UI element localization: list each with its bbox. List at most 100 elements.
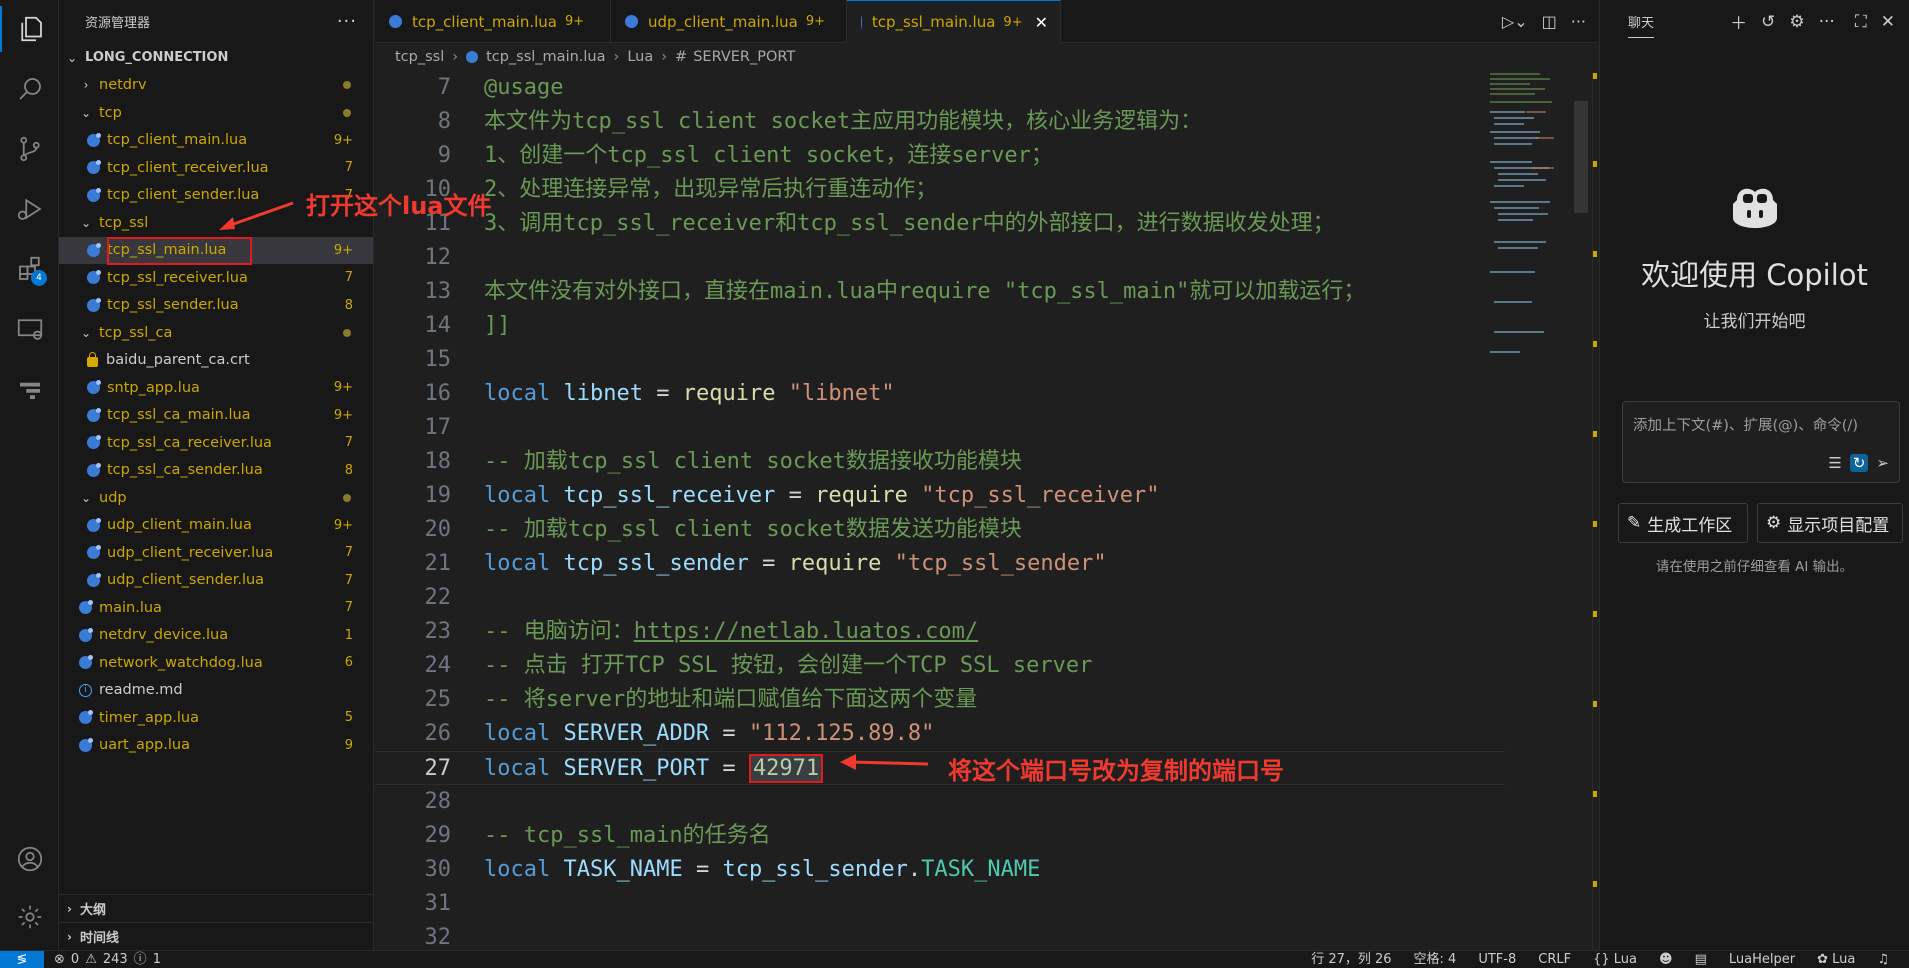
code-line[interactable]: 28 — [375, 785, 1505, 819]
remote-indicator[interactable]: ≶ — [0, 951, 44, 968]
tab-tcp-ssl-main[interactable]: tcp_ssl_main.lua 9+ ✕ — [847, 0, 1061, 43]
attach-context-icon[interactable]: ☰ — [1828, 454, 1841, 472]
luatos-icon[interactable] — [0, 366, 59, 412]
breadcrumb-folder[interactable]: tcp_ssl — [395, 49, 444, 65]
code-line[interactable]: 8 本文件为tcp_ssl client socket主应用功能模块，核心业务逻辑… — [375, 105, 1505, 139]
tree-file[interactable]: netdrv_device.lua 1 — [59, 622, 373, 650]
code-line[interactable]: 18 -- 加载tcp_ssl client socket数据接收功能模块 — [375, 445, 1505, 479]
search-icon[interactable] — [0, 66, 59, 112]
code-line[interactable]: 25 -- 将server的地址和端口赋值给下面这两个变量 — [375, 683, 1505, 717]
encoding[interactable]: UTF-8 — [1478, 951, 1516, 968]
close-icon[interactable]: ✕ — [1881, 12, 1895, 32]
line-ending[interactable]: CRLF — [1538, 951, 1571, 968]
tree-file[interactable]: i readme.md — [59, 677, 373, 705]
code-line[interactable]: 17 — [375, 411, 1505, 445]
code-line[interactable]: 9 1、创建一个tcp_ssl client socket，连接server； — [375, 139, 1505, 173]
code-line[interactable]: 14]] — [375, 309, 1505, 343]
run-debug-icon[interactable] — [0, 186, 59, 232]
tree-file[interactable]: main.lua 7 — [59, 594, 373, 622]
history-icon[interactable]: ↺ — [1761, 12, 1775, 32]
tab-tcp-client-main[interactable]: tcp_client_main.lua 9+ — [375, 0, 611, 43]
code-line[interactable]: 7 @usage — [375, 71, 1505, 105]
breadcrumb-language[interactable]: Lua — [627, 49, 653, 65]
tree-file[interactable]: tcp_client_main.lua 9+ — [59, 127, 373, 155]
tree-file[interactable]: timer_app.lua 5 — [59, 704, 373, 732]
more-actions-icon[interactable]: ··· — [1571, 12, 1586, 31]
tree-file[interactable]: sntp_app.lua 9+ — [59, 374, 373, 402]
tree-file[interactable]: uart_app.lua 9 — [59, 732, 373, 760]
tab-udp-client-main[interactable]: udp_client_main.lua 9+ — [611, 0, 847, 43]
send-icon[interactable]: ➢ — [1876, 454, 1889, 472]
outline-section[interactable]: › 大纲 — [59, 894, 373, 922]
code-line[interactable]: 24 -- 点击 打开TCP SSL 按钮，会创建一个TCP SSL server — [375, 649, 1505, 683]
explorer-more-icon[interactable]: ··· — [337, 11, 357, 32]
scrollbar-thumb[interactable] — [1574, 101, 1588, 213]
code-line[interactable]: 31 — [375, 887, 1505, 921]
code-line[interactable]: 29 -- tcp_ssl_main的任务名 — [375, 819, 1505, 853]
split-editor-icon[interactable]: ◫ — [1542, 12, 1557, 31]
cursor-position[interactable]: 行 27，列 26 — [1311, 951, 1391, 968]
tree-file[interactable]: tcp_ssl_ca_sender.lua 8 — [59, 457, 373, 485]
tree-folder[interactable]: ⌄ udp — [59, 484, 373, 512]
problems-indicator[interactable]: ⊗ 0 ⚠ 243 ⓘ 1 — [54, 951, 161, 968]
source-control-icon[interactable] — [0, 126, 59, 172]
breadcrumb-symbol[interactable]: SERVER_PORT — [693, 49, 795, 65]
settings-gear-icon[interactable] — [0, 894, 59, 940]
show-project-config-button[interactable]: ⚙ 显示项目配置 — [1757, 503, 1903, 543]
code-line[interactable]: 16 local libnet = require "libnet" — [375, 377, 1505, 411]
code-editor[interactable]: 7 @usage 8 本文件为tcp_ssl client socket主应用功能模块… — [375, 71, 1598, 950]
lua-mode[interactable]: ✿ Lua — [1817, 951, 1855, 968]
tree-file[interactable]: baidu_parent_ca.crt — [59, 347, 373, 375]
code-line[interactable]: 26 local SERVER_ADDR = "112.125.89.8" — [375, 717, 1505, 751]
code-line[interactable]: 15 — [375, 343, 1505, 377]
timeline-section[interactable]: › 时间线 — [59, 922, 373, 950]
tree-file[interactable]: udp_client_sender.lua 7 — [59, 567, 373, 595]
tree-folder[interactable]: › netdrv — [59, 72, 373, 100]
language-mode[interactable]: {} Lua — [1593, 951, 1637, 968]
tree-file[interactable]: network_watchdog.lua 6 — [59, 649, 373, 677]
tree-folder[interactable]: ⌄ tcp — [59, 99, 373, 127]
tree-file[interactable]: tcp_ssl_receiver.lua 7 — [59, 264, 373, 292]
code-line[interactable]: 22 — [375, 581, 1505, 615]
remote-explorer-icon[interactable] — [0, 306, 59, 352]
code-line[interactable]: 32 — [375, 921, 1505, 950]
tree-folder[interactable]: ⌄ tcp_ssl_ca — [59, 319, 373, 347]
tree-file[interactable]: tcp_ssl_ca_main.lua 9+ — [59, 402, 373, 430]
gear-icon[interactable]: ⚙ — [1789, 12, 1804, 32]
new-chat-icon[interactable]: ＋ — [1730, 9, 1747, 34]
luatos-status-icon[interactable]: ▤ — [1695, 951, 1707, 968]
code-line[interactable]: 27 local SERVER_PORT = 42971 — [375, 751, 1505, 785]
code-line[interactable]: 20 -- 加载tcp_ssl client socket数据发送功能模块 — [375, 513, 1505, 547]
maximize-icon[interactable]: ⛶ — [1855, 12, 1867, 32]
account-icon[interactable] — [0, 836, 59, 882]
more-icon[interactable]: ··· — [1819, 12, 1835, 32]
tree-file[interactable]: tcp_ssl_ca_receiver.lua 7 — [59, 429, 373, 457]
lua-helper[interactable]: LuaHelper — [1729, 951, 1795, 968]
copilot-chat-tab[interactable]: 聊天 — [1628, 12, 1655, 38]
tree-file[interactable]: tcp_client_receiver.lua 7 — [59, 154, 373, 182]
copilot-chat-input[interactable]: 添加上下文(#)、扩展(@)、命令(/) ☰ ↻ ➢ — [1622, 401, 1900, 483]
code-line[interactable]: 19 local tcp_ssl_receiver = require "tcp_… — [375, 479, 1505, 513]
tree-file[interactable]: udp_client_main.lua 9+ — [59, 512, 373, 540]
extensions-icon[interactable]: 4 — [0, 246, 59, 292]
notifications-bell-icon[interactable]: ♫ — [1877, 951, 1889, 968]
indentation[interactable]: 空格: 4 — [1414, 951, 1457, 968]
tree-file[interactable]: udp_client_receiver.lua 7 — [59, 539, 373, 567]
generate-workspace-button[interactable]: ✎ 生成工作区 — [1618, 503, 1748, 543]
copilot-status-icon[interactable]: ☻ — [1659, 951, 1673, 968]
minimap[interactable] — [1488, 71, 1560, 361]
run-icon[interactable]: ▷⌄ — [1502, 12, 1528, 31]
breadcrumb-file[interactable]: tcp_ssl_main.lua — [486, 49, 605, 65]
tree-root[interactable]: ⌄ LONG_CONNECTION — [59, 44, 373, 72]
agent-mode-icon[interactable]: ↻ — [1849, 454, 1869, 472]
tree-file[interactable]: tcp_ssl_sender.lua 8 — [59, 292, 373, 320]
code-line[interactable]: 12 — [375, 241, 1505, 275]
code-line[interactable]: 10 2、处理连接异常，出现异常后执行重连动作； — [375, 173, 1505, 207]
code-line[interactable]: 23 -- 电脑访问：https://netlab.luatos.com/ — [375, 615, 1505, 649]
explorer-icon[interactable] — [0, 6, 59, 52]
code-line[interactable]: 21 local tcp_ssl_sender = require "tcp_ss… — [375, 547, 1505, 581]
code-line[interactable]: 13 本文件没有对外接口，直接在main.lua中require "tcp_ssl… — [375, 275, 1505, 309]
close-icon[interactable]: ✕ — [1035, 13, 1048, 32]
code-line[interactable]: 11 3、调用tcp_ssl_receiver和tcp_ssl_sender中的外… — [375, 207, 1505, 241]
code-line[interactable]: 30 local TASK_NAME = tcp_ssl_sender.TASK_… — [375, 853, 1505, 887]
